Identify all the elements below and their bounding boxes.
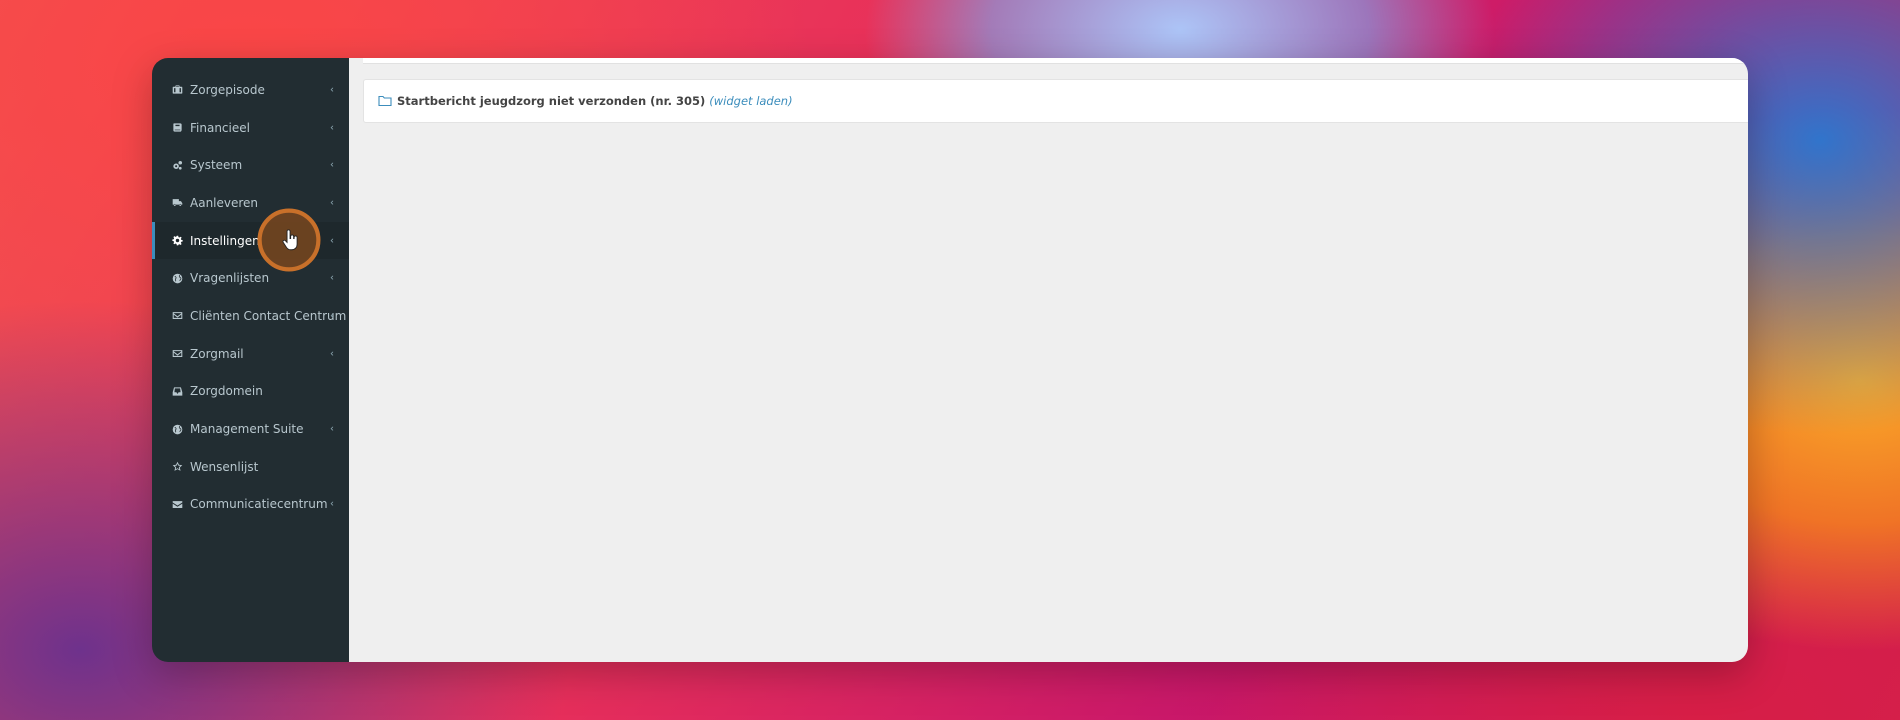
globe-icon bbox=[170, 271, 184, 285]
sidebar-item-aanleveren[interactable]: Aanleveren ‹ bbox=[152, 184, 349, 222]
sidebar-item-label: Zorgepisode bbox=[190, 82, 265, 97]
truck-icon bbox=[170, 196, 184, 210]
folder-icon bbox=[378, 95, 392, 107]
sidebar-item-zorgdomein[interactable]: Zorgdomein bbox=[152, 373, 349, 411]
sidebar-item-management-suite[interactable]: Management Suite ‹ bbox=[152, 410, 349, 448]
briefcase-icon bbox=[170, 83, 184, 97]
sidebar-item-wensenlijst[interactable]: Wensenlijst bbox=[152, 448, 349, 486]
envelope-icon bbox=[170, 309, 184, 323]
chevron-left-icon: ‹ bbox=[330, 197, 334, 209]
sidebar-item-label: Systeem bbox=[190, 158, 243, 173]
envelope-icon bbox=[170, 347, 184, 361]
sidebar-item-label: Communicatiecentrum bbox=[190, 497, 328, 512]
sidebar-item-zorgepisode[interactable]: Zorgepisode ‹ bbox=[152, 71, 349, 109]
cogs-icon bbox=[170, 158, 184, 172]
chevron-left-icon: ‹ bbox=[330, 423, 334, 435]
sidebar-item-financieel[interactable]: Financieel ‹ bbox=[152, 109, 349, 147]
widget-load-link[interactable]: (widget laden) bbox=[709, 94, 792, 108]
envelope-solid-icon bbox=[170, 497, 184, 511]
sidebar-item-label: Wensenlijst bbox=[190, 459, 259, 474]
chevron-left-icon: ‹ bbox=[330, 235, 334, 247]
book-icon bbox=[170, 121, 184, 135]
app-window: Zorgepisode ‹ Financieel ‹ Systeem ‹ Aan… bbox=[152, 58, 1748, 662]
sidebar-item-label: Instellingen bbox=[190, 233, 260, 248]
globe-icon bbox=[170, 422, 184, 436]
sidebar-item-label: Cliënten Contact Centrum bbox=[190, 308, 347, 323]
widget-title: Startbericht jeugdzorg niet verzonden (n… bbox=[397, 94, 706, 108]
hand-pointer-icon bbox=[281, 229, 297, 250]
chevron-left-icon: ‹ bbox=[330, 272, 334, 284]
sidebar-item-instellingen[interactable]: Instellingen ‹ bbox=[152, 208, 349, 272]
sidebar-item-label: Zorgdomein bbox=[190, 384, 263, 399]
main-content: Startbericht jeugdzorg niet verzonden (n… bbox=[349, 58, 1748, 662]
sidebar-item-clienten-contact-centrum[interactable]: Cliënten Contact Centrum ‹ bbox=[152, 297, 349, 335]
sidebar-item-vragenlijsten[interactable]: Vragenlijsten ‹ bbox=[152, 259, 349, 297]
chevron-left-icon: ‹ bbox=[330, 348, 334, 360]
chevron-left-icon: ‹ bbox=[330, 122, 334, 134]
chevron-left-icon: ‹ bbox=[330, 498, 334, 510]
sidebar-item-label: Aanleveren bbox=[190, 195, 259, 210]
sidebar-item-label: Zorgmail bbox=[190, 346, 244, 361]
chevron-left-icon: ‹ bbox=[330, 159, 334, 171]
sidebar-item-communicatiecentrum[interactable]: Communicatiecentrum ‹ bbox=[152, 486, 349, 524]
widget-box: Startbericht jeugdzorg niet verzonden (n… bbox=[363, 79, 1748, 123]
sidebar-item-label: Management Suite bbox=[190, 422, 304, 437]
inbox-icon bbox=[170, 384, 184, 398]
gear-icon bbox=[170, 234, 184, 248]
sidebar-item-label: Vragenlijsten bbox=[190, 271, 270, 286]
star-icon bbox=[170, 460, 184, 474]
chevron-left-icon: ‹ bbox=[330, 84, 334, 96]
sidebar-item-systeem[interactable]: Systeem ‹ bbox=[152, 146, 349, 184]
previous-widget-edge bbox=[363, 58, 1748, 64]
chevron-left-icon: ‹ bbox=[330, 310, 334, 322]
sidebar-item-label: Financieel bbox=[190, 120, 250, 135]
sidebar-item-zorgmail[interactable]: Zorgmail ‹ bbox=[152, 335, 349, 373]
sidebar-menu: Zorgepisode ‹ Financieel ‹ Systeem ‹ Aan… bbox=[152, 58, 349, 662]
